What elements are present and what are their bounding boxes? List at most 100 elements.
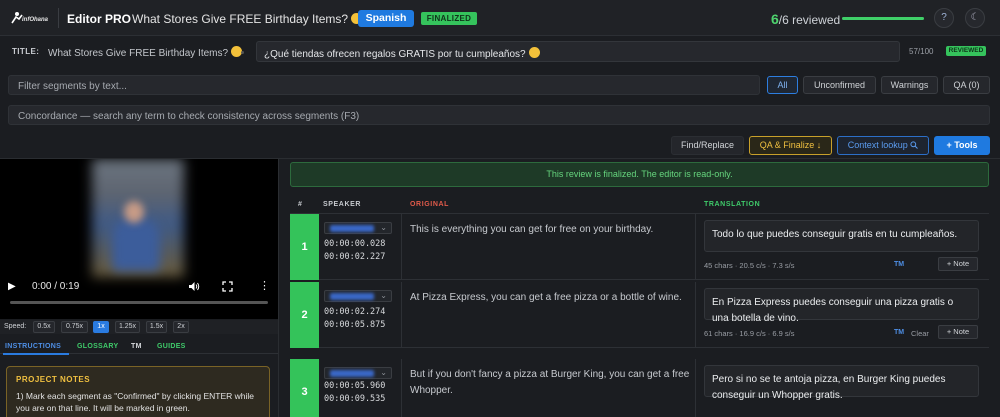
filter-all-button[interactable]: All bbox=[767, 76, 798, 94]
title-label: TITLE: bbox=[12, 47, 40, 56]
video-time: 0:00 / 0:19 bbox=[32, 281, 80, 292]
logo-text: infOhana bbox=[22, 17, 49, 23]
cell-divider bbox=[401, 359, 402, 417]
segment-original-text: At Pizza Express, you can get a free piz… bbox=[410, 292, 682, 303]
filter-unconfirmed-button[interactable]: Unconfirmed bbox=[803, 76, 876, 94]
context-lookup-label: Context lookup bbox=[847, 140, 908, 150]
title-char-count: 57/100 bbox=[909, 47, 934, 56]
speed-1x-button[interactable]: 1x bbox=[93, 321, 109, 333]
document-title: What Stores Give FREE Birthday Items? bbox=[132, 12, 363, 26]
emoji-icon bbox=[528, 47, 540, 58]
add-note-button[interactable]: + Note bbox=[938, 257, 978, 271]
segment-original-text: This is everything you can get for free … bbox=[410, 224, 654, 235]
segment-end-time: 00:00:02.227 bbox=[324, 252, 386, 262]
tools-button[interactable]: + Tools bbox=[934, 136, 990, 155]
header-number: # bbox=[298, 201, 303, 208]
review-progress-fill bbox=[842, 17, 924, 20]
volume-icon[interactable] bbox=[188, 281, 200, 292]
help-button[interactable]: ? bbox=[934, 8, 954, 28]
filter-input[interactable]: Filter segments by text... bbox=[8, 75, 760, 95]
video-seek-bar[interactable] bbox=[10, 301, 268, 304]
speaker-select[interactable]: ⌄ bbox=[324, 222, 392, 234]
chevron-down-icon: ⌄ bbox=[380, 223, 387, 232]
context-lookup-button[interactable]: Context lookup bbox=[837, 136, 929, 155]
fullscreen-icon[interactable] bbox=[222, 281, 233, 292]
speed-0.75x-button[interactable]: 0.75x bbox=[61, 321, 88, 333]
video-frame-person bbox=[112, 219, 160, 271]
reviewed-done: 6 bbox=[771, 11, 779, 27]
search-icon bbox=[910, 141, 919, 149]
divider bbox=[58, 8, 59, 28]
segment-stats: 61 chars · 16.9 c/s · 6.9 s/s bbox=[704, 329, 795, 338]
segment-start-time: 00:00:00.028 bbox=[324, 239, 386, 249]
segment-row[interactable]: 3 ⌄ 00:00:05.960 00:00:09.535 But if you… bbox=[290, 359, 989, 417]
theme-toggle-button[interactable]: ☾ bbox=[965, 8, 985, 28]
segment-translation-field[interactable]: Todo lo que puedes conseguir gratis en t… bbox=[704, 220, 979, 252]
chevron-down-icon: ⌄ bbox=[380, 368, 387, 377]
concordance-search-input[interactable]: Concordance — search any term to check c… bbox=[8, 105, 990, 125]
segment-row[interactable]: 2 ⌄ 00:00:02.274 00:00:05.875 At Pizza E… bbox=[290, 282, 989, 348]
segment-number: 3 bbox=[290, 359, 319, 417]
speaker-select[interactable]: ⌄ bbox=[324, 367, 392, 379]
segment-row[interactable]: 1 ⌄ 00:00:00.028 00:00:02.227 This is ev… bbox=[290, 214, 989, 280]
logo: infOhana bbox=[10, 9, 54, 27]
document-title-text: What Stores Give FREE Birthday Items? bbox=[132, 12, 349, 26]
header-original: ORIGINAL bbox=[410, 201, 450, 208]
project-notes: PROJECT NOTES 1) Mark each segment as "C… bbox=[6, 366, 270, 417]
project-notes-text: 1) Mark each segment as "Confirmed" by c… bbox=[16, 391, 254, 413]
more-options-icon[interactable]: ⋮ bbox=[259, 279, 270, 292]
segment-number: 1 bbox=[290, 214, 319, 280]
speed-2x-button[interactable]: 2x bbox=[173, 321, 189, 333]
cell-divider bbox=[695, 214, 696, 280]
tm-match-link[interactable]: TM bbox=[894, 261, 904, 268]
filter-qa-button[interactable]: QA (0) bbox=[943, 76, 990, 94]
add-note-button[interactable]: + Note bbox=[938, 325, 978, 339]
segment-number: 2 bbox=[290, 282, 319, 348]
video-frame-face bbox=[124, 201, 144, 223]
play-icon[interactable]: ▶ bbox=[8, 281, 16, 292]
speed-1.25x-button[interactable]: 1.25x bbox=[115, 321, 140, 333]
speed-1.5x-button[interactable]: 1.5x bbox=[146, 321, 167, 333]
filter-warnings-button[interactable]: Warnings bbox=[881, 76, 938, 94]
speed-label: Speed: bbox=[4, 323, 27, 330]
read-only-banner: This review is finalized. The editor is … bbox=[290, 162, 989, 187]
tab-tm[interactable]: TM bbox=[131, 343, 142, 350]
panel-divider[interactable] bbox=[278, 159, 279, 417]
tm-match-link[interactable]: TM bbox=[894, 329, 904, 336]
header-speaker: SPEAKER bbox=[323, 201, 362, 208]
header-translation: TRANSLATION bbox=[704, 201, 761, 208]
segment-start-time: 00:00:02.274 bbox=[324, 307, 386, 317]
status-badge: FINALIZED bbox=[421, 12, 477, 25]
title-translation-text: ¿Qué tiendas ofrecen regalos GRATIS por … bbox=[264, 49, 526, 60]
clear-button[interactable]: Clear bbox=[911, 329, 929, 338]
reviewed-total: /6 reviewed bbox=[778, 13, 841, 27]
segment-translation-field[interactable]: Pero si no se te antoja pizza, en Burger… bbox=[704, 365, 979, 401]
source-title-text: What Stores Give FREE Birthday Items? bbox=[48, 48, 229, 59]
tab-glossary[interactable]: GLOSSARY bbox=[77, 343, 118, 350]
video-player[interactable] bbox=[0, 159, 278, 319]
segment-translation-field[interactable]: En Pizza Express puedes conseguir una pi… bbox=[704, 288, 979, 324]
qa-finalize-button[interactable]: QA & Finalize ↓ bbox=[749, 136, 832, 155]
speaker-name-redacted bbox=[330, 370, 374, 377]
speaker-select[interactable]: ⌄ bbox=[324, 290, 392, 302]
title-translation-field[interactable]: ¿Qué tiendas ofrecen regalos GRATIS por … bbox=[256, 41, 900, 62]
tab-instructions[interactable]: INSTRUCTIONS bbox=[5, 343, 61, 350]
speed-0.5x-button[interactable]: 0.5x bbox=[33, 321, 55, 333]
find-replace-button[interactable]: Find/Replace bbox=[671, 136, 744, 155]
active-tab-indicator bbox=[3, 353, 69, 355]
segment-end-time: 00:00:05.875 bbox=[324, 320, 386, 330]
speaker-name-redacted bbox=[330, 293, 374, 300]
cell-divider bbox=[401, 282, 402, 348]
cell-divider bbox=[401, 214, 402, 280]
speaker-name-redacted bbox=[330, 225, 374, 232]
language-badge[interactable]: Spanish bbox=[358, 10, 414, 27]
segment-original-text: But if you don't fancy a pizza at Burger… bbox=[410, 369, 690, 396]
separator-dot bbox=[241, 51, 244, 54]
project-notes-heading: PROJECT NOTES bbox=[16, 375, 91, 384]
reviewed-badge: REVIEWED bbox=[946, 46, 986, 56]
app-title: Editor PRO bbox=[67, 12, 132, 26]
chevron-down-icon: ⌄ bbox=[380, 291, 387, 300]
tab-guides[interactable]: GUIDES bbox=[157, 343, 186, 350]
cell-divider bbox=[695, 359, 696, 417]
segment-start-time: 00:00:05.960 bbox=[324, 381, 386, 391]
